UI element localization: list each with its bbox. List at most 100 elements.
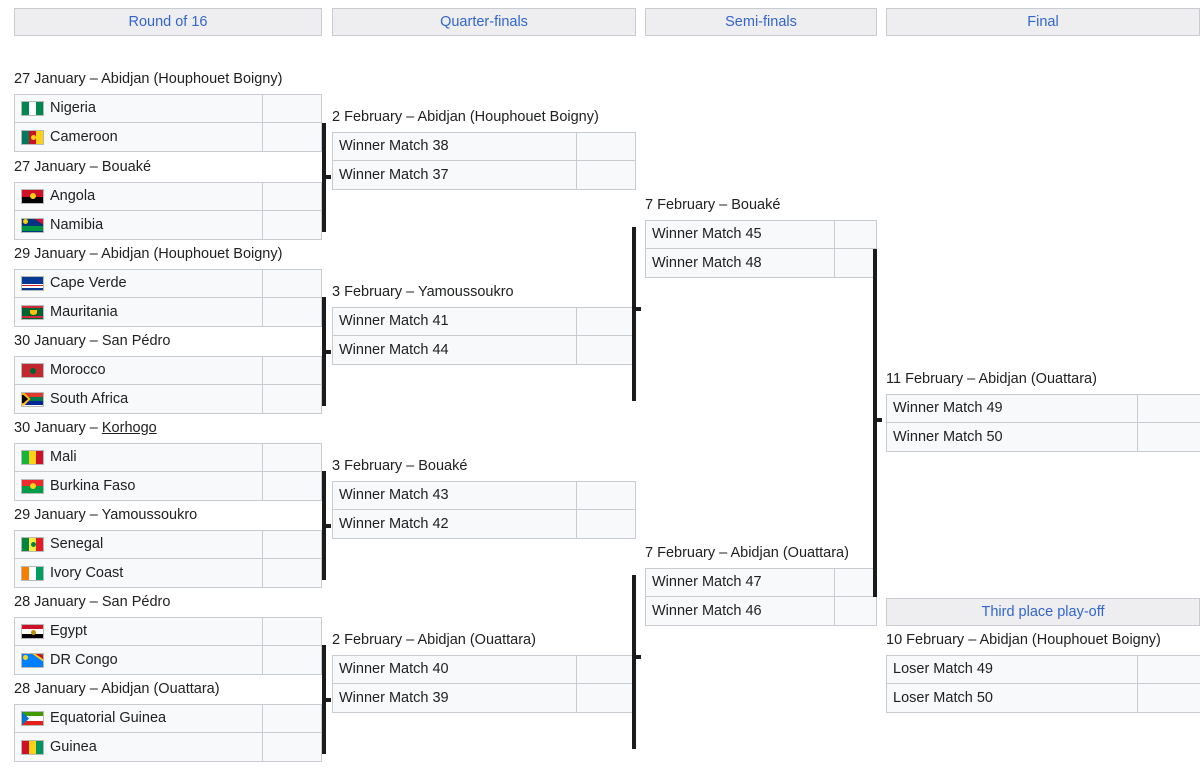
score-cell	[577, 161, 636, 190]
score-cell	[263, 94, 322, 123]
placeholder-label: Winner Match 47	[652, 574, 762, 590]
bracket-connector	[632, 227, 641, 401]
score-cell	[263, 559, 322, 588]
team-cell: Senegal	[14, 530, 263, 559]
match-box: Mali Burkina Faso	[14, 443, 322, 501]
match-date: 28 January	[14, 681, 86, 697]
third-place-header-link[interactable]: Third place play-off	[981, 604, 1104, 620]
score-cell	[577, 510, 636, 539]
venue-link[interactable]: Abidjan (Ouattara)	[978, 371, 1096, 387]
match-row: Winner Match 39	[332, 684, 636, 713]
score-cell	[263, 617, 322, 646]
match-box: Morocco South Africa	[14, 356, 322, 414]
bracket-connector	[322, 297, 331, 406]
match-row: Equatorial Guinea	[14, 704, 322, 733]
team-name-link[interactable]: Ivory Coast	[50, 560, 123, 587]
bracket-connector-nub	[326, 350, 331, 354]
placeholder-label: Winner Match 40	[339, 661, 449, 677]
round-header-link[interactable]: Final	[1027, 14, 1058, 30]
third-place-header[interactable]: Third place play-off	[886, 598, 1200, 626]
final-caption: 11 February – Abidjan (Ouattara)	[886, 371, 1097, 387]
flag-icon-ml	[21, 450, 44, 465]
team-cell: Burkina Faso	[14, 472, 263, 501]
team-name-link[interactable]: Burkina Faso	[50, 473, 135, 500]
round-header-link[interactable]: Round of 16	[128, 14, 207, 30]
flag-icon-gq	[21, 711, 44, 726]
team-name-link[interactable]: South Africa	[50, 386, 128, 413]
r16-caption-7: 28 January – Abidjan (Ouattara)	[14, 681, 220, 697]
score-cell	[1138, 423, 1200, 452]
venue-link[interactable]: Korhogo	[102, 420, 157, 436]
venue-link[interactable]: Abidjan (Houphouet Boigny)	[101, 71, 282, 87]
match-row: Senegal	[14, 530, 322, 559]
match-date: 3 February	[332, 284, 403, 300]
match-date: 30 January	[14, 420, 86, 436]
match-row: Winner Match 42	[332, 510, 636, 539]
team-cell: Winner Match 47	[645, 568, 835, 597]
match-box: Cape Verde Mauritania	[14, 269, 322, 327]
team-name-link[interactable]: Cameroon	[50, 124, 118, 151]
team-name-link[interactable]: Cape Verde	[50, 270, 127, 297]
r16-caption-1: 27 January – Bouaké	[14, 159, 152, 175]
round-header-0[interactable]: Round of 16	[14, 8, 322, 36]
team-name-link[interactable]: Egypt	[50, 618, 87, 645]
venue-link[interactable]: Bouaké	[102, 159, 151, 175]
team-name-link[interactable]: Senegal	[50, 531, 103, 558]
placeholder-label: Winner Match 50	[893, 428, 1003, 445]
team-name-link[interactable]: Mauritania	[50, 299, 118, 326]
match-box: Winner Match 43 Winner Match 42	[332, 481, 636, 539]
score-cell	[835, 568, 877, 597]
round-header-2[interactable]: Semi-finals	[645, 8, 877, 36]
venue-link[interactable]: Bouaké	[418, 458, 467, 474]
score-cell	[1138, 394, 1200, 423]
qf-caption-1: 3 February – Yamoussoukro	[332, 284, 514, 300]
venue-link[interactable]: Abidjan (Ouattara)	[417, 632, 535, 648]
round-header-1[interactable]: Quarter-finals	[332, 8, 636, 36]
sf-caption-1: 7 February – Abidjan (Ouattara)	[645, 545, 849, 561]
team-cell: Egypt	[14, 617, 263, 646]
team-name-link[interactable]: Namibia	[50, 212, 103, 239]
team-name-link[interactable]: Morocco	[50, 357, 106, 384]
team-name-link[interactable]: Equatorial Guinea	[50, 705, 166, 732]
score-cell	[263, 530, 322, 559]
team-name-link[interactable]: Guinea	[50, 734, 97, 761]
venue-link[interactable]: Abidjan (Houphouet Boigny)	[101, 246, 282, 262]
team-name-link[interactable]: Angola	[50, 183, 95, 210]
venue-link[interactable]: Bouaké	[731, 197, 780, 213]
placeholder-label: Winner Match 38	[339, 138, 449, 154]
flag-icon-cd	[21, 652, 44, 668]
score-cell	[835, 597, 877, 626]
team-name-link[interactable]: DR Congo	[50, 647, 118, 674]
team-name-link[interactable]: Nigeria	[50, 95, 96, 122]
team-name-link[interactable]: Mali	[50, 444, 77, 471]
bracket-connector-nub	[326, 524, 331, 528]
match-box: Nigeria Cameroon	[14, 94, 322, 152]
bracket-connector	[632, 575, 641, 749]
venue-link[interactable]: San Pédro	[102, 594, 171, 610]
round-header-3[interactable]: Final	[886, 8, 1200, 36]
venue-link[interactable]: San Pédro	[102, 333, 171, 349]
venue-link[interactable]: Abidjan (Houphouet Boigny)	[417, 109, 598, 125]
round-header-link[interactable]: Semi-finals	[725, 14, 797, 30]
bracket-connector	[322, 645, 331, 754]
team-cell: Winner Match 42	[332, 510, 577, 539]
score-cell	[263, 182, 322, 211]
match-row: Angola	[14, 182, 322, 211]
venue-link[interactable]: Yamoussoukro	[102, 507, 198, 523]
venue-link[interactable]: Yamoussoukro	[418, 284, 514, 300]
match-row: Winner Match 49	[886, 394, 1200, 423]
match-box: Egypt DR Congo	[14, 617, 322, 675]
score-cell	[263, 356, 322, 385]
round-header-link[interactable]: Quarter-finals	[440, 14, 528, 30]
match-row: South Africa	[14, 385, 322, 414]
venue-link[interactable]: Abidjan (Ouattara)	[101, 681, 219, 697]
team-cell: South Africa	[14, 385, 263, 414]
venue-link[interactable]: Abidjan (Ouattara)	[730, 545, 848, 561]
venue-link[interactable]: Abidjan (Houphouet Boigny)	[980, 632, 1161, 648]
qf-caption-2: 3 February – Bouaké	[332, 458, 468, 474]
team-cell: Equatorial Guinea	[14, 704, 263, 733]
team-cell: Mauritania	[14, 298, 263, 327]
placeholder-label: Winner Match 48	[652, 254, 762, 271]
flag-icon-na	[21, 217, 44, 233]
match-row: Burkina Faso	[14, 472, 322, 501]
